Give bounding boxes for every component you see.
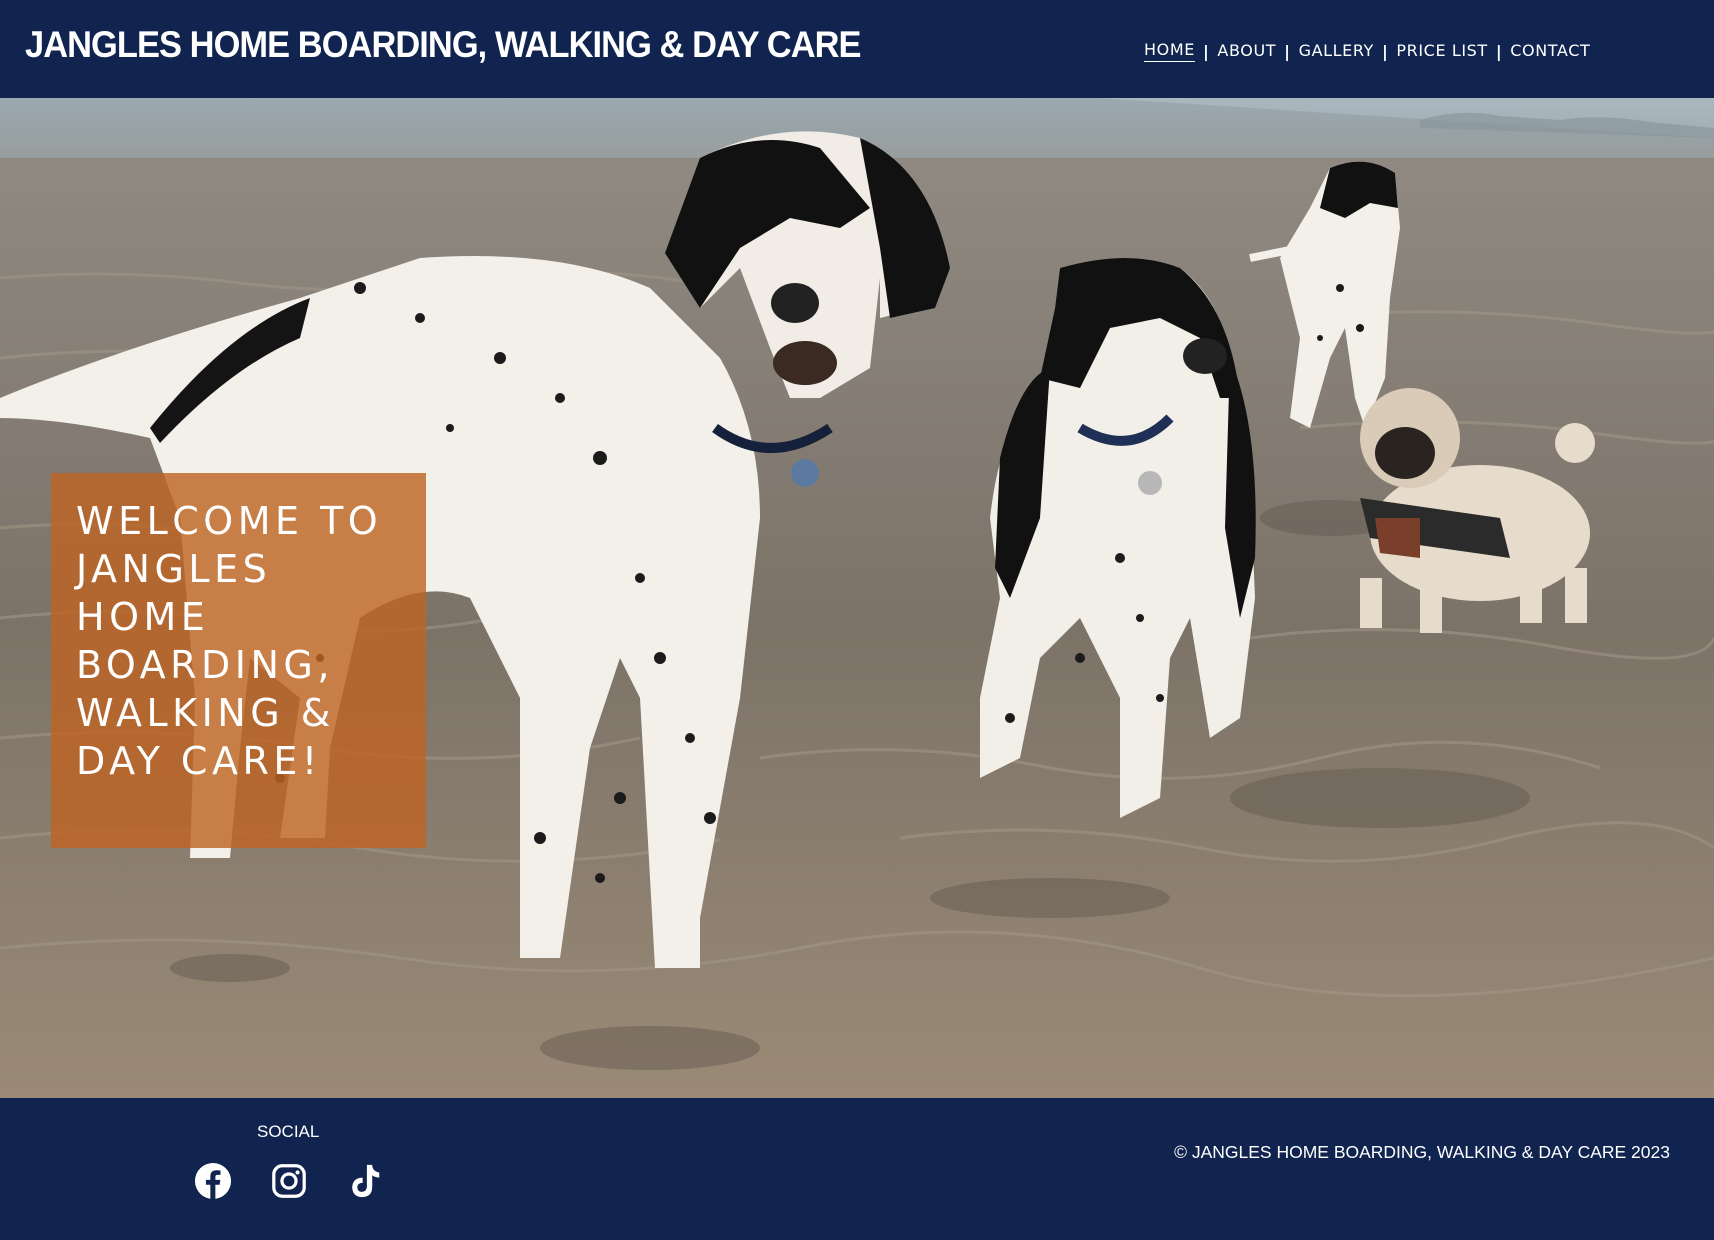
welcome-heading: WELCOME TO JANGLES HOME BOARDING, WALKIN… xyxy=(76,499,383,783)
facebook-icon[interactable] xyxy=(194,1162,232,1200)
welcome-overlay: WELCOME TO JANGLES HOME BOARDING, WALKIN… xyxy=(51,473,426,848)
hero-section: WELCOME TO JANGLES HOME BOARDING, WALKIN… xyxy=(0,98,1714,1098)
social-label: SOCIAL xyxy=(257,1122,320,1141)
instagram-icon[interactable] xyxy=(270,1162,308,1200)
main-nav: HOME | ABOUT | GALLERY | PRICE LIST | CO… xyxy=(1144,40,1590,62)
nav-separator: | xyxy=(1381,41,1389,61)
nav-separator: | xyxy=(1202,41,1210,61)
copyright-text: © JANGLES HOME BOARDING, WALKING & DAY C… xyxy=(1174,1142,1670,1162)
nav-contact-link[interactable]: CONTACT xyxy=(1510,41,1590,62)
site-title[interactable]: JANGLES HOME BOARDING, WALKING & DAY CAR… xyxy=(25,24,862,66)
nav-separator: | xyxy=(1495,41,1503,61)
nav-price-list-link[interactable]: PRICE LIST xyxy=(1396,41,1487,62)
tiktok-icon[interactable] xyxy=(346,1162,384,1200)
nav-gallery-link[interactable]: GALLERY xyxy=(1299,41,1374,62)
site-header: JANGLES HOME BOARDING, WALKING & DAY CAR… xyxy=(0,0,1714,98)
nav-about-link[interactable]: ABOUT xyxy=(1217,41,1276,62)
social-icons xyxy=(194,1162,384,1200)
nav-separator: | xyxy=(1284,41,1291,61)
nav-home-link[interactable]: HOME xyxy=(1144,40,1195,62)
site-footer: SOCIAL © JANGLES HOME BOARDING, WALKING … xyxy=(0,1098,1714,1240)
